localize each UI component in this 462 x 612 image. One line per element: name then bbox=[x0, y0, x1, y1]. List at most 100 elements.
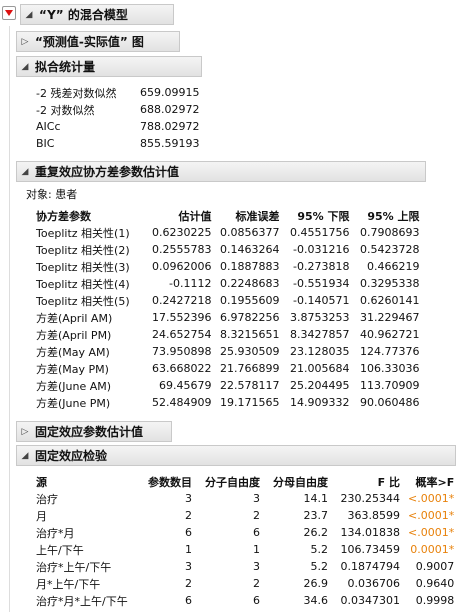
row-label: 月 bbox=[36, 509, 47, 523]
disclosure-closed-icon: ▷ bbox=[21, 426, 29, 437]
table-cell: 0.3295338 bbox=[360, 277, 420, 290]
column-header: 分母自由度 bbox=[273, 475, 328, 489]
table-cell: 124.77376 bbox=[360, 345, 420, 358]
table-cell: 34.6 bbox=[303, 594, 329, 607]
table-cell: -0.1112 bbox=[169, 277, 212, 290]
row-label: Toeplitz 相关性(2) bbox=[36, 243, 130, 257]
table-cell: 19.171565 bbox=[220, 396, 280, 409]
table-cell: 26.2 bbox=[303, 526, 329, 539]
row-label: Toeplitz 相关性(3) bbox=[36, 260, 130, 274]
table-cell: 52.484909 bbox=[152, 396, 212, 409]
table-cell: 0.9007 bbox=[415, 560, 455, 573]
table-row: AICc 788.02972 bbox=[32, 118, 204, 135]
fit-stats-table: -2 残差对数似然 659.09915 -2 对数似然 688.02972 AICc… bbox=[32, 84, 204, 152]
table-cell: 2 bbox=[253, 509, 260, 522]
stat-value: 788.02972 bbox=[140, 120, 200, 133]
table-cell: -0.551934 bbox=[293, 277, 350, 290]
table-cell: 0.0347301 bbox=[340, 594, 401, 607]
row-label: 治疗*月 bbox=[36, 526, 75, 540]
stat-value: 855.59193 bbox=[140, 137, 200, 150]
column-header: 95% 下限 bbox=[297, 209, 350, 223]
table-row: 方差(April PM) 24.652754 8.3215651 8.3427857 4… bbox=[32, 326, 424, 343]
table-cell: 363.8599 bbox=[347, 509, 401, 522]
fixed-tests-body: 治疗 3 3 14.1 230.25344 <.0001* 月 2 2 23.7 363.8599 <… bbox=[32, 490, 458, 609]
table-cell: 1 bbox=[185, 543, 192, 556]
table-cell: 106.73459 bbox=[340, 543, 401, 556]
table-cell: 0.6230225 bbox=[152, 226, 212, 239]
table-cell: 8.3215651 bbox=[220, 328, 280, 341]
row-label: 上午/下午 bbox=[36, 543, 84, 557]
row-label: 方差(May AM) bbox=[36, 345, 110, 359]
table-row: 治疗 3 3 14.1 230.25344 <.0001* bbox=[32, 490, 458, 507]
table-row: 方差(May PM) 63.668022 21.766899 21.005684 106… bbox=[32, 360, 424, 377]
disclosure-closed-icon: ▷ bbox=[21, 36, 29, 47]
table-cell: 0.9998 bbox=[415, 594, 455, 607]
table-cell: 90.060486 bbox=[360, 396, 420, 409]
table-cell: 3 bbox=[253, 492, 260, 505]
cov-params-table: 协方差参数 估计值 标准误差 95% 下限 95% 上限 Toeplitz 相关… bbox=[32, 207, 424, 411]
column-header: 估计值 bbox=[178, 209, 212, 223]
table-header-row: 源 参数数目 分子自由度 分母自由度 F 比 概率>F bbox=[32, 473, 458, 490]
table-header-row: 协方差参数 估计值 标准误差 95% 下限 95% 上限 bbox=[32, 207, 424, 224]
column-header: 概率>F bbox=[415, 475, 455, 489]
column-header: 参数数目 bbox=[148, 475, 192, 489]
fixed-tests-label: 固定效应检验 bbox=[35, 449, 108, 463]
table-row: Toeplitz 相关性(1) 0.6230225 0.0856377 0.45517… bbox=[32, 224, 424, 241]
fixed-tests-table: 源 参数数目 分子自由度 分母自由度 F 比 概率>F 治疗 3 3 14.1 230.… bbox=[32, 473, 458, 609]
table-cell: 5.2 bbox=[310, 543, 329, 556]
table-cell: 6 bbox=[253, 526, 260, 539]
table-cell: 6.9782256 bbox=[220, 311, 280, 324]
table-cell: 0.6260141 bbox=[360, 294, 420, 307]
table-cell: 0.7908693 bbox=[360, 226, 420, 239]
table-cell: 0.9640 bbox=[415, 577, 455, 590]
row-label: 治疗*上午/下午 bbox=[36, 560, 112, 574]
table-cell: 14.1 bbox=[303, 492, 329, 505]
table-cell: 25.930509 bbox=[220, 345, 280, 358]
table-row: Toeplitz 相关性(4) -0.1112 0.2248683 -0.551934… bbox=[32, 275, 424, 292]
table-cell: 0.1874794 bbox=[340, 560, 401, 573]
table-cell: 63.668022 bbox=[152, 362, 212, 375]
outline-line bbox=[9, 26, 10, 612]
table-cell: 25.204495 bbox=[290, 379, 350, 392]
disclosure-open-icon: ◢ bbox=[21, 450, 29, 461]
table-cell: 0.1955609 bbox=[220, 294, 280, 307]
stat-name: -2 对数似然 bbox=[36, 103, 95, 117]
table-cell: 23.128035 bbox=[290, 345, 350, 358]
stat-value: 659.09915 bbox=[140, 86, 200, 99]
table-cell: 0.466219 bbox=[367, 260, 420, 273]
fixed-params-header[interactable]: ▷ 固定效应参数估计值 bbox=[16, 421, 172, 442]
table-cell: 40.962721 bbox=[360, 328, 420, 341]
table-cell: <.0001* bbox=[408, 509, 455, 522]
table-cell: 6 bbox=[185, 526, 192, 539]
table-cell: 31.229467 bbox=[360, 311, 420, 324]
table-row: 方差(May AM) 73.950898 25.930509 23.128035 124… bbox=[32, 343, 424, 360]
pred-actual-label: “预测值-实际值” 图 bbox=[35, 35, 144, 49]
disclosure-open-icon: ◢ bbox=[21, 166, 29, 177]
table-cell: 22.578117 bbox=[220, 379, 280, 392]
table-cell: 0.0856377 bbox=[220, 226, 280, 239]
column-header: 标准误差 bbox=[235, 209, 280, 223]
table-cell: 0.0001* bbox=[410, 543, 455, 556]
red-triangle-menu-button[interactable] bbox=[2, 6, 16, 20]
table-cell: 24.652754 bbox=[152, 328, 212, 341]
table-cell: -0.273818 bbox=[293, 260, 350, 273]
table-cell: 17.552396 bbox=[152, 311, 212, 324]
pred-actual-header[interactable]: ▷ “预测值-实际值” 图 bbox=[16, 31, 180, 52]
report-title-bar[interactable]: ◢ “Y” 的混合模型 bbox=[20, 4, 174, 25]
table-cell: 0.036706 bbox=[347, 577, 401, 590]
cov-params-body: Toeplitz 相关性(1) 0.6230225 0.0856377 0.45517… bbox=[32, 224, 424, 411]
table-row: 方差(April AM) 17.552396 6.9782256 3.8753253 3… bbox=[32, 309, 424, 326]
table-cell: -0.031216 bbox=[293, 243, 350, 256]
cov-params-header[interactable]: ◢ 重复效应协方差参数估计值 bbox=[16, 161, 426, 182]
fixed-tests-header[interactable]: ◢ 固定效应检验 bbox=[16, 445, 456, 466]
stat-name: -2 残差对数似然 bbox=[36, 86, 117, 100]
fit-stats-header[interactable]: ◢ 拟合统计量 bbox=[16, 56, 202, 77]
table-cell: 3 bbox=[185, 560, 192, 573]
table-row: 月*上午/下午 2 2 26.9 0.036706 0.9640 bbox=[32, 575, 458, 592]
table-cell: 0.2427218 bbox=[152, 294, 212, 307]
table-row: 治疗*月*上午/下午 6 6 34.6 0.0347301 0.9998 bbox=[32, 592, 458, 609]
table-row: Toeplitz 相关性(2) 0.2555783 0.1463264 -0.0312… bbox=[32, 241, 424, 258]
table-row: -2 对数似然 688.02972 bbox=[32, 101, 204, 118]
table-cell: 6 bbox=[253, 594, 260, 607]
column-header: F 比 bbox=[377, 475, 400, 489]
